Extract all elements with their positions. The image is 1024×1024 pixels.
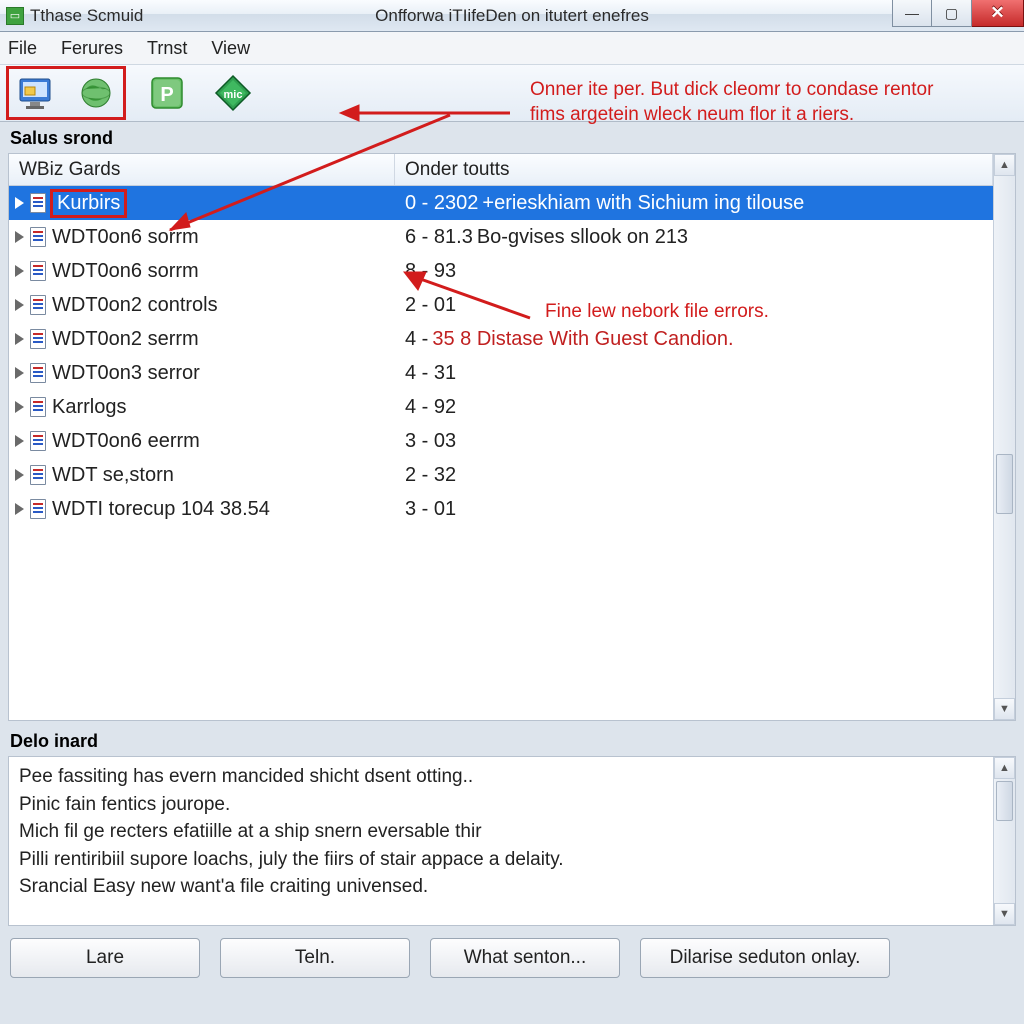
toolbar-group-highlighted [6, 66, 126, 120]
expand-icon[interactable] [15, 435, 24, 447]
column-header-2[interactable]: Onder toutts [395, 154, 993, 185]
row-name: WDT0on6 eerrm [52, 430, 200, 453]
annotation-arrow-3 [400, 268, 540, 328]
expand-icon[interactable] [15, 401, 24, 413]
row-name: WDT0on3 serror [52, 362, 200, 385]
menu-view[interactable]: View [211, 38, 250, 59]
detail-label: Delo inard [0, 721, 1024, 756]
svg-text:mic: mic [224, 89, 243, 101]
menu-ferures[interactable]: Ferures [61, 38, 123, 59]
expand-icon[interactable] [15, 197, 24, 209]
document-icon [30, 329, 46, 349]
expand-icon[interactable] [15, 231, 24, 243]
annotation-mid: Fine lew nebork file errors. [545, 300, 769, 325]
table-row[interactable]: WDT0on3 serror 4 - 31 [9, 356, 993, 390]
document-icon [30, 295, 46, 315]
row-value: 3 - 01 [405, 498, 456, 521]
row-value: 4 - 31 [405, 362, 456, 385]
row-name: WDT0on6 sorrm [52, 260, 199, 283]
button-bar: Lare Teln. What senton... Dilarise sedut… [0, 926, 1024, 978]
detail-line: Pee fassiting has evern mancided shicht … [19, 763, 983, 791]
list-scrollbar[interactable]: ▲ ▼ [993, 154, 1015, 720]
expand-icon[interactable] [15, 299, 24, 311]
detail-line: Mich fil ge recters efatiille at a ship … [19, 818, 983, 846]
expand-icon[interactable] [15, 333, 24, 345]
row-extra: Bo-gvises sllook on 213 [477, 226, 688, 249]
table-row[interactable]: Karrlogs 4 - 92 [9, 390, 993, 424]
row-name: Kurbirs [50, 189, 127, 218]
expand-icon[interactable] [15, 469, 24, 481]
expand-icon[interactable] [15, 367, 24, 379]
row-name: Karrlogs [52, 396, 126, 419]
row-value: 2 - 32 [405, 464, 456, 487]
app-title-left: Tthase Scmuid [30, 6, 143, 26]
document-icon [30, 431, 46, 451]
row-name: WDT0on2 serrm [52, 328, 199, 351]
scroll-up-icon[interactable]: ▲ [994, 154, 1015, 176]
expand-icon[interactable] [15, 265, 24, 277]
lare-button[interactable]: Lare [10, 938, 200, 978]
app-icon: ▭ [6, 7, 24, 25]
titlebar: ▭ Tthase Scmuid Onfforwa iTIifeDen on it… [0, 0, 1024, 32]
detail-scrollbar[interactable]: ▲ ▼ [993, 757, 1015, 925]
row-name: WDT se,storn [52, 464, 174, 487]
teln-button[interactable]: Teln. [220, 938, 410, 978]
detail-body: Pee fassiting has evern mancided shicht … [9, 757, 993, 925]
detail-pane: Pee fassiting has evern mancided shicht … [8, 756, 1016, 926]
scroll-down-icon[interactable]: ▼ [994, 698, 1015, 720]
scroll-down-icon[interactable]: ▼ [994, 903, 1015, 925]
row-extra: 35 8 Distase With Guest Candion. [432, 328, 733, 351]
maximize-button[interactable]: ▢ [932, 0, 972, 27]
table-row[interactable]: Kurbirs0 - 2302 +erieskhiam with Sichium… [9, 186, 993, 220]
document-icon [30, 397, 46, 417]
document-icon [30, 465, 46, 485]
row-value: 4 - 92 [405, 396, 456, 419]
close-icon: ✕ [990, 3, 1004, 23]
close-button[interactable]: ✕ [972, 0, 1024, 27]
scroll-thumb[interactable] [996, 454, 1013, 514]
annotation-arrow-2 [335, 100, 515, 126]
document-icon [30, 261, 46, 281]
row-value: 3 - 03 [405, 430, 456, 453]
table-row[interactable]: WDTI torecup 104 38.54 3 - 01 [9, 492, 993, 526]
row-name: WDT0on2 controls [52, 294, 218, 317]
table-row[interactable]: WDT0on6 eerrm 3 - 03 [9, 424, 993, 458]
column-headers: WBiz Gards Onder toutts [9, 154, 993, 186]
document-icon [30, 227, 46, 247]
window-buttons: ― ▢ ✕ [892, 0, 1024, 27]
detail-line: Srancial Easy new want'a file craiting u… [19, 873, 983, 901]
scroll-thumb[interactable] [996, 781, 1013, 821]
maximize-icon: ▢ [945, 5, 958, 22]
what-senton-button[interactable]: What senton... [430, 938, 620, 978]
annotation-arrow-1 [160, 105, 460, 245]
document-icon [30, 499, 46, 519]
row-name: WDTI torecup 104 38.54 [52, 498, 270, 521]
table-row[interactable]: WDT se,storn 2 - 32 [9, 458, 993, 492]
minimize-button[interactable]: ― [892, 0, 932, 27]
svg-text:P: P [160, 84, 173, 106]
monitor-icon[interactable] [11, 71, 61, 115]
expand-icon[interactable] [15, 503, 24, 515]
globe-icon[interactable] [71, 71, 121, 115]
minimize-icon: ― [905, 5, 919, 21]
document-icon [30, 363, 46, 383]
scroll-up-icon[interactable]: ▲ [994, 757, 1015, 779]
dilarise-button[interactable]: Dilarise seduton onlay. [640, 938, 890, 978]
annotation-top: Onner ite per. But dick cleomr to condas… [530, 78, 970, 127]
row-extra: +erieskhiam with Sichium ing tilouse [482, 192, 804, 215]
app-title-center: Onfforwa iTIifeDen on itutert enefres [375, 6, 649, 26]
menu-file[interactable]: File [8, 38, 37, 59]
detail-line: Pinic fain fentics jourope. [19, 791, 983, 819]
row-value: 4 - [405, 328, 428, 351]
rows-container: Kurbirs0 - 2302 +erieskhiam with Sichium… [9, 186, 993, 720]
document-icon [30, 193, 46, 213]
menubar: File Ferures Trnst View [0, 32, 1024, 64]
table-row[interactable]: WDT0on6 sorrm6 - 81.3 Bo-gvises sllook o… [9, 220, 993, 254]
detail-line: Pilli rentiribiil supore loachs, july th… [19, 846, 983, 874]
menu-trnst[interactable]: Trnst [147, 38, 187, 59]
